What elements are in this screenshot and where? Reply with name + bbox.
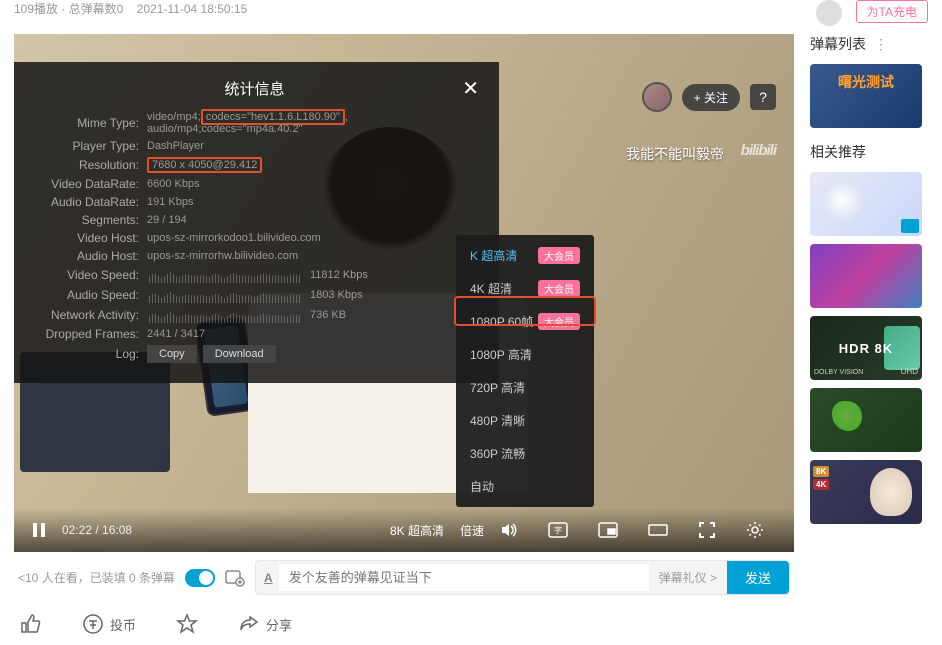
quality-menu: K 超高清大会员 4K 超清大会员 1080P 60帧大会员 1080P 高清 …	[456, 235, 594, 507]
copy-button[interactable]: Copy	[147, 345, 197, 363]
help-button[interactable]: ?	[750, 84, 776, 110]
audio-speed-label: Audio Speed:	[22, 288, 147, 302]
stats-panel: 统计信息 ✕ Mime Type:video/mp4;codecs="hev1.…	[14, 62, 499, 383]
badge-4k: 4K	[813, 479, 829, 490]
quality-4k[interactable]: 4K 超清大会员	[456, 272, 594, 305]
danmu-toggle[interactable]	[185, 569, 215, 587]
pause-icon[interactable]	[30, 521, 48, 539]
danmu-list-title[interactable]: 弹幕列表	[810, 34, 866, 54]
settings-icon[interactable]	[746, 521, 764, 539]
follow-button[interactable]: + 关注	[682, 84, 740, 111]
bilibili-logo: bilibili	[741, 142, 776, 159]
pip-icon[interactable]	[598, 522, 618, 538]
network-value: 736 KB	[310, 309, 346, 321]
stats-title: 统计信息	[224, 81, 284, 98]
favorite-button[interactable]	[176, 613, 198, 635]
related-thumb-2[interactable]	[810, 244, 922, 308]
video-speed-label: Video Speed:	[22, 268, 147, 282]
mime-label: Mime Type:	[22, 116, 147, 130]
related-thumb-3[interactable]: DOLBY VISIONUHD	[810, 316, 922, 380]
quality-1080p60[interactable]: 1080P 60帧大会员	[456, 305, 594, 338]
related-title: 相关推荐	[810, 142, 928, 162]
coin-button[interactable]: 投币	[82, 613, 136, 635]
viewer-count: <10 人在看，已装填 0 条弹幕	[18, 569, 175, 586]
svg-text:字: 字	[554, 525, 562, 535]
video-host-label: Video Host:	[22, 231, 147, 245]
danmu-input[interactable]	[279, 564, 649, 591]
like-button[interactable]	[20, 613, 42, 635]
time-display: 02:22 / 16:08	[62, 523, 132, 537]
audio-speed-value: 1803 Kbps	[310, 289, 363, 301]
quality-720p[interactable]: 720P 高清	[456, 371, 594, 404]
related-thumb-5[interactable]: 8K 4K	[810, 460, 922, 524]
audio-speed-graph	[147, 287, 302, 303]
video-player[interactable]: 我能不能叫毅帝 bilibili + 关注 ? 统计信息 ✕ Mime Type…	[14, 34, 794, 552]
uploader-avatar[interactable]	[816, 0, 842, 26]
audio-datarate-value: 191 Kbps	[147, 196, 193, 208]
network-graph	[147, 307, 302, 323]
player-type-value: DashPlayer	[147, 140, 204, 152]
download-button[interactable]: Download	[203, 345, 276, 363]
video-datarate-label: Video DataRate:	[22, 177, 147, 191]
player-controls: 02:22 / 16:08 8K 超高清 倍速 字	[14, 508, 794, 552]
fullscreen-icon[interactable]	[698, 521, 716, 539]
bili-badge-icon	[901, 219, 919, 233]
subtitle-icon[interactable]: 字	[548, 522, 568, 538]
widescreen-icon[interactable]	[648, 522, 668, 538]
volume-icon[interactable]	[500, 521, 518, 539]
play-count: 109播放 · 总弹幕数0	[14, 2, 123, 16]
quality-8k[interactable]: K 超高清大会员	[456, 239, 594, 272]
video-datarate-value: 6600 Kbps	[147, 178, 200, 190]
quality-1080p[interactable]: 1080P 高清	[456, 338, 594, 371]
close-icon[interactable]: ✕	[462, 76, 479, 101]
speed-button[interactable]: 倍速	[460, 522, 484, 539]
badge-8k: 8K	[813, 466, 829, 477]
audio-host-value: upos-sz-mirrorhw.bilivideo.com	[147, 250, 298, 262]
segments-label: Segments:	[22, 213, 147, 227]
dropped-frames-label: Dropped Frames:	[22, 327, 147, 341]
danmu-bar: <10 人在看，已装填 0 条弹幕 A 弹幕礼仪 > 发送	[14, 552, 794, 603]
share-button[interactable]: 分享	[238, 613, 292, 635]
danmu-etiquette[interactable]: 弹幕礼仪 >	[649, 569, 727, 586]
more-icon[interactable]: ⋮	[874, 36, 890, 53]
audio-datarate-label: Audio DataRate:	[22, 195, 147, 209]
audio-host-label: Audio Host:	[22, 249, 147, 263]
log-label: Log:	[22, 347, 147, 361]
resolution-value: 7680 x 4050@29.412	[147, 157, 262, 173]
quality-button[interactable]: 8K 超高清	[390, 522, 444, 539]
segments-value: 29 / 194	[147, 214, 187, 226]
resolution-label: Resolution:	[22, 158, 147, 172]
related-thumb-4[interactable]	[810, 388, 922, 452]
send-button[interactable]: 发送	[727, 561, 789, 594]
quality-360p[interactable]: 360P 流畅	[456, 437, 594, 470]
danmu-settings-icon[interactable]	[225, 569, 245, 587]
quality-480p[interactable]: 480P 清晰	[456, 404, 594, 437]
mime-value: video/mp4;codecs="hev1.1.6.L180.90", aud…	[147, 111, 487, 135]
charge-button[interactable]: 为TA充电	[856, 0, 928, 23]
watermark-text: 我能不能叫毅帝	[626, 144, 724, 164]
related-thumb-1[interactable]	[810, 172, 922, 236]
upload-time: 2021-11-04 18:50:15	[137, 2, 248, 16]
dropped-frames-value: 2441 / 3417	[147, 328, 205, 340]
video-speed-graph	[147, 267, 302, 283]
action-row: 投币 分享	[14, 603, 794, 645]
channel-avatar[interactable]	[642, 82, 672, 112]
network-label: Network Activity:	[22, 308, 147, 322]
video-speed-value: 11812 Kbps	[310, 269, 368, 281]
video-host-value: upos-sz-mirrorkodoo1.bilivideo.com	[147, 232, 321, 244]
promo-thumbnail[interactable]	[810, 64, 922, 128]
danmu-style-icon[interactable]: A	[264, 571, 273, 585]
quality-auto[interactable]: 自动	[456, 470, 594, 503]
player-type-label: Player Type:	[22, 139, 147, 153]
